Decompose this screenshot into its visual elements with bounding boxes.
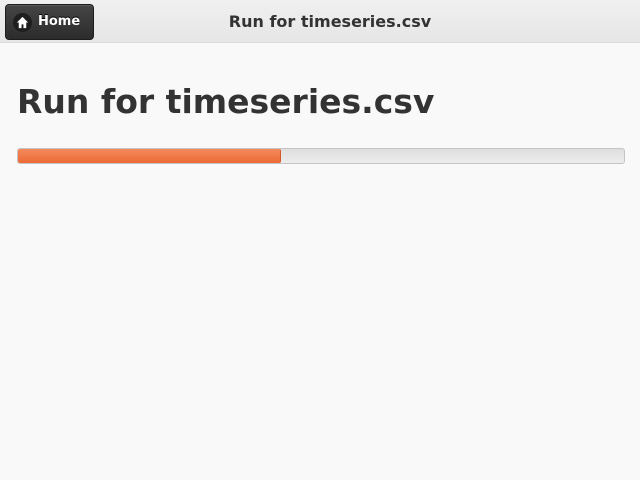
header-title: Run for timeseries.csv <box>228 12 432 31</box>
progress-bar <box>17 148 625 164</box>
progress-bar-fill <box>18 149 281 163</box>
home-button-label: Home <box>38 14 81 29</box>
home-button[interactable]: Home <box>5 4 94 40</box>
app-window: Home Run for timeseries.csv Run for time… <box>0 0 640 480</box>
page-title: Run for timeseries.csv <box>17 82 435 121</box>
header-bar: Home Run for timeseries.csv <box>0 0 640 43</box>
home-icon <box>13 13 32 32</box>
